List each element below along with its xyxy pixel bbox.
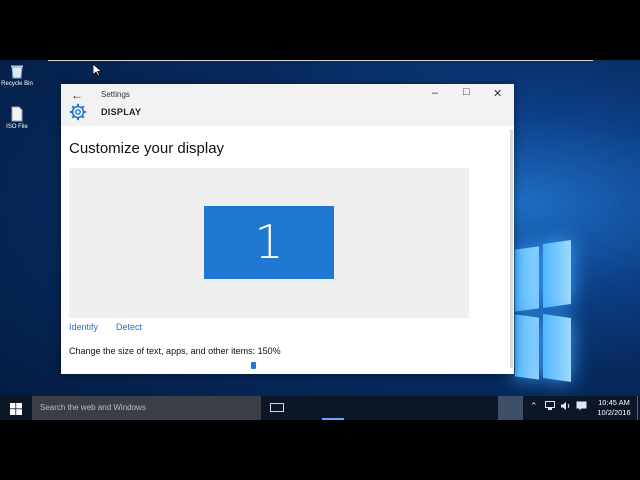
file-icon	[9, 106, 25, 122]
action-center-icon[interactable]	[576, 401, 587, 413]
windows-logo-wallpaper	[515, 240, 575, 390]
mouse-cursor-icon	[92, 63, 103, 82]
scrollbar[interactable]	[510, 130, 513, 368]
taskbar-settings-app[interactable]	[498, 396, 523, 420]
minimize-icon[interactable]: –	[432, 87, 438, 99]
desktop-icon-iso-file[interactable]: ISO File	[0, 106, 34, 130]
system-clock[interactable]: 10:45 AM 10/2/2016	[592, 398, 636, 418]
chevron-up-icon[interactable]: ⌃	[530, 401, 538, 412]
identify-link[interactable]: Identify	[69, 322, 98, 332]
back-arrow-icon[interactable]: ←	[71, 88, 83, 102]
volume-icon[interactable]	[560, 401, 571, 413]
detect-link[interactable]: Detect	[116, 322, 142, 332]
clock-date: 10/2/2016	[597, 408, 631, 417]
show-desktop-button[interactable]	[637, 396, 638, 420]
display-preview-area: 1	[69, 168, 469, 318]
scale-slider-thumb[interactable]	[251, 362, 256, 369]
desktop-icon-label: ISO File	[6, 124, 28, 130]
window-title: Settings	[101, 90, 130, 99]
gear-icon	[69, 103, 87, 121]
windows-start-icon[interactable]	[10, 402, 22, 415]
clock-time: 10:45 AM	[598, 398, 630, 407]
desktop-icon-recycle-bin[interactable]: Recycle Bin	[0, 63, 34, 87]
task-view-icon[interactable]	[270, 403, 284, 412]
search-placeholder: Search the web and Windows	[40, 403, 146, 412]
title-bar[interactable]: ← Settings – □ ✕ DISPLAY	[61, 84, 514, 126]
monitor-tile[interactable]: 1	[204, 206, 334, 279]
screen-top-edge	[48, 60, 593, 61]
letterbox-bottom	[0, 420, 640, 480]
page-title: Customize your display	[69, 140, 225, 157]
taskbar: Search the web and Windows ⌃ 10:45 AM 10…	[0, 396, 640, 420]
recycle-bin-icon	[9, 63, 25, 79]
settings-window: ← Settings – □ ✕ DISPLAY Customize your …	[61, 84, 514, 374]
network-icon[interactable]	[545, 401, 556, 413]
letterbox-top	[0, 0, 640, 60]
close-icon[interactable]: ✕	[493, 87, 502, 100]
taskbar-active-indicator	[322, 418, 344, 420]
scale-label: Change the size of text, apps, and other…	[69, 346, 281, 356]
search-box[interactable]: Search the web and Windows	[32, 396, 261, 420]
desktop-icon-label: Recycle Bin	[1, 81, 33, 87]
section-title: DISPLAY	[101, 107, 142, 117]
maximize-icon[interactable]: □	[463, 86, 470, 98]
